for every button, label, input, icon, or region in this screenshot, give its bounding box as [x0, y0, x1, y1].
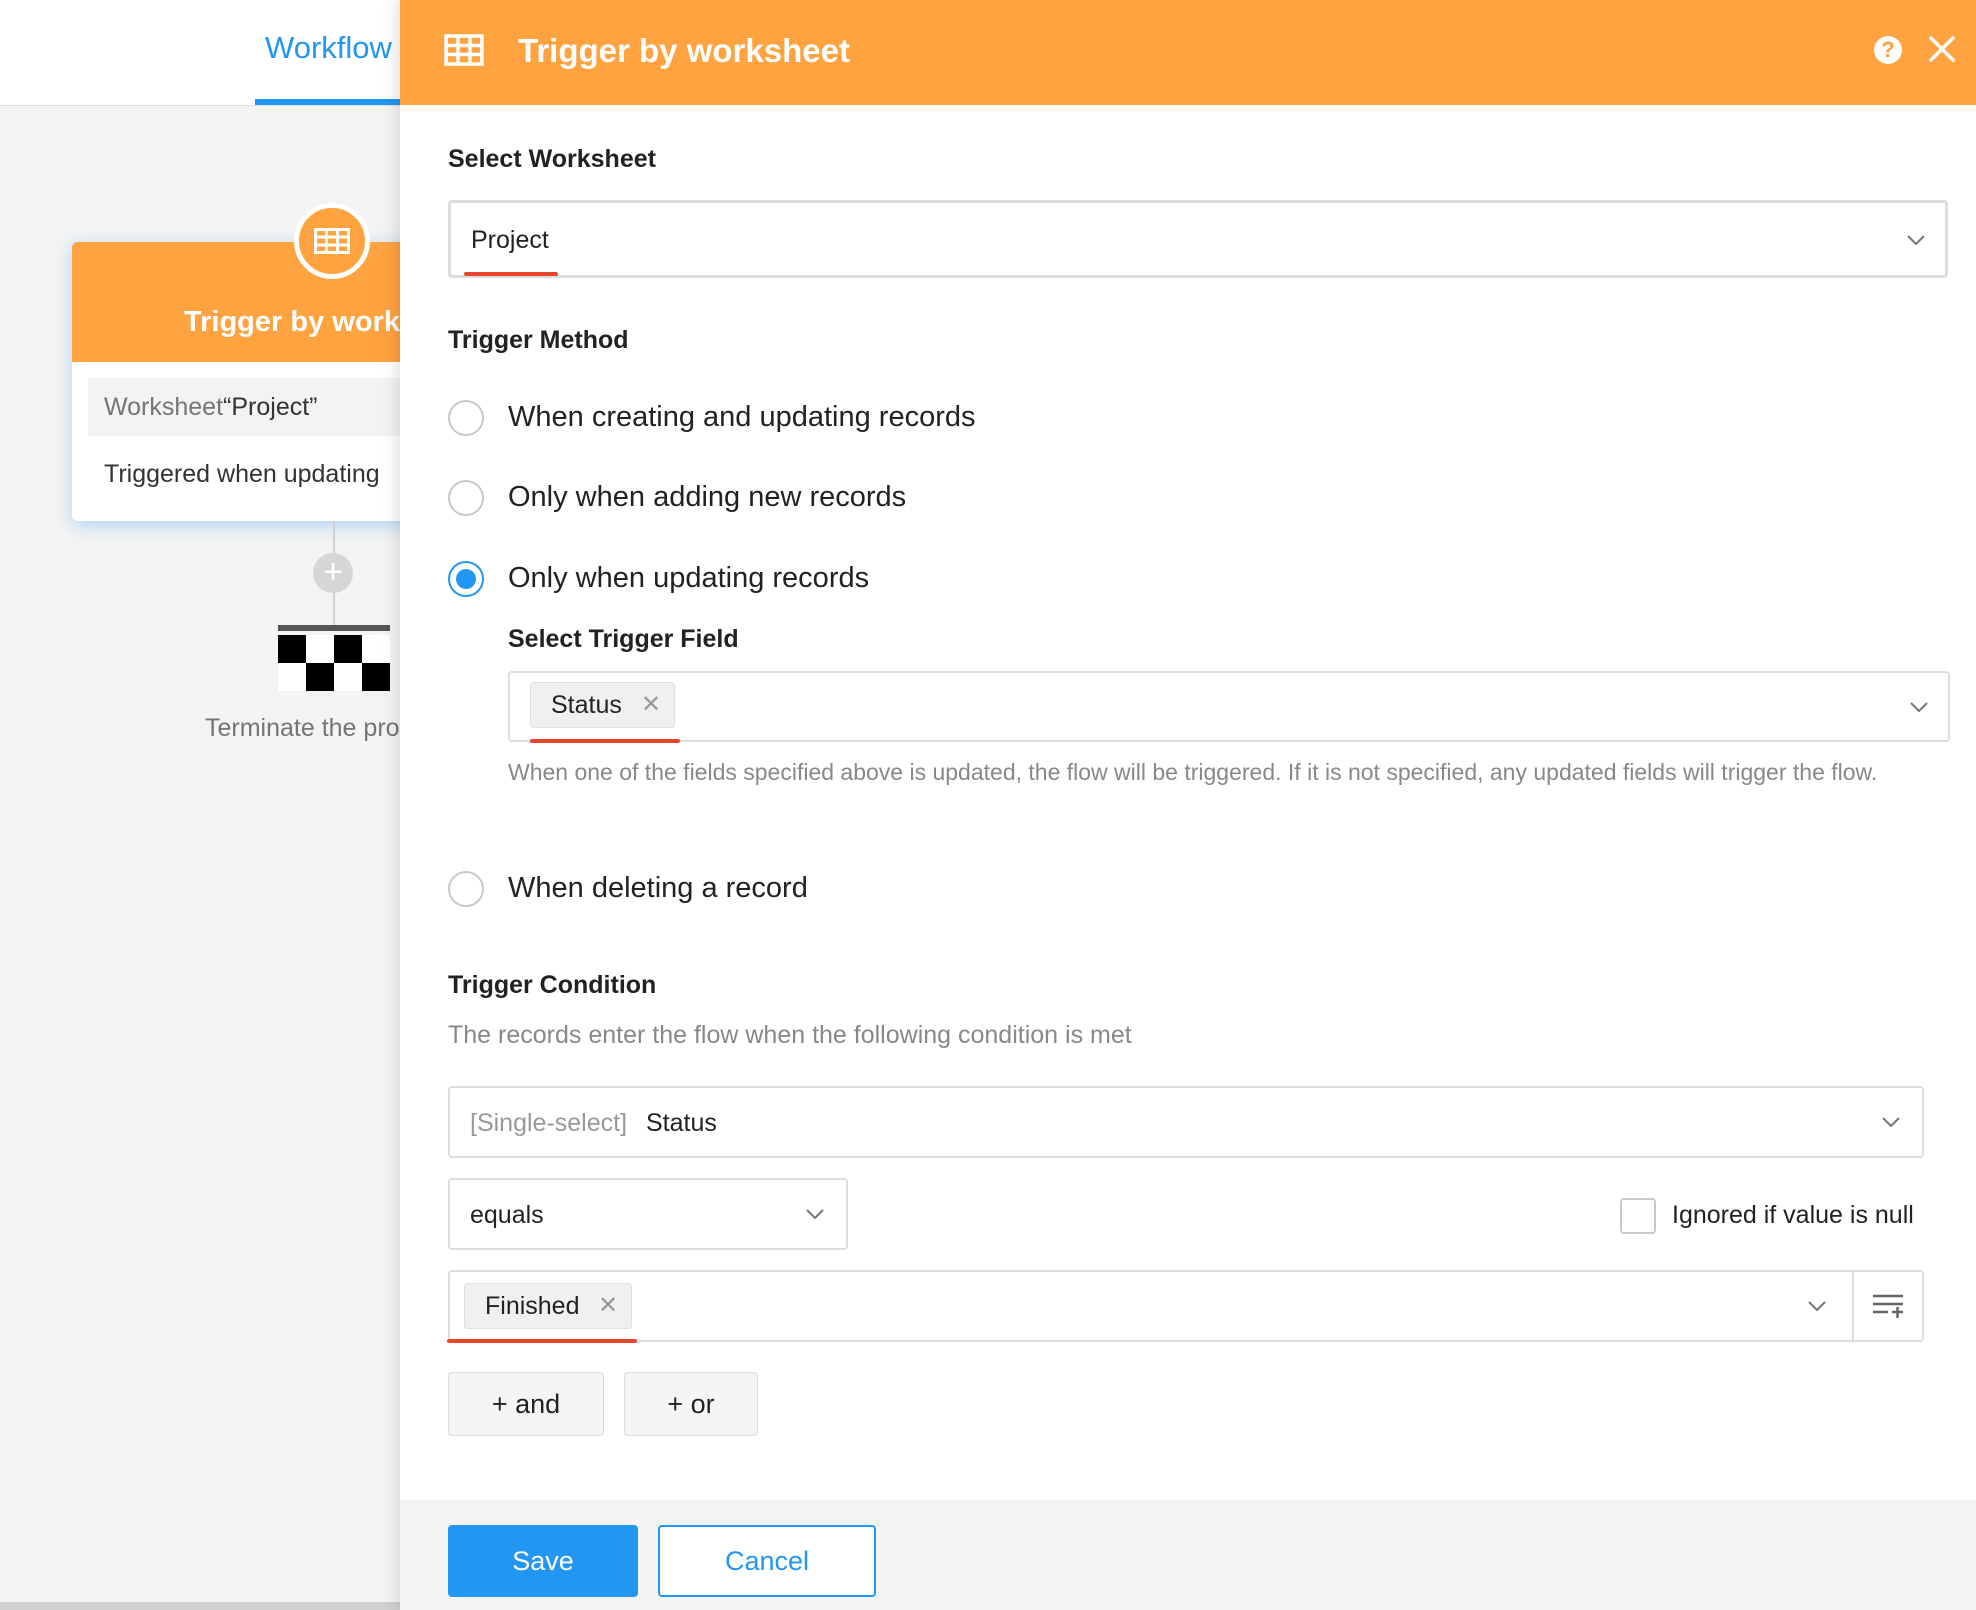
trigger-condition-label: Trigger Condition [448, 971, 657, 999]
checkered-flag-icon [278, 625, 390, 691]
chevron-down-icon [1808, 1301, 1826, 1311]
condition-value-select[interactable] [448, 1270, 1924, 1342]
operator-select[interactable]: equals [448, 1178, 848, 1250]
condition-field-select[interactable]: [Single-select] Status [448, 1086, 1924, 1158]
ignore-null-checkbox[interactable] [1620, 1198, 1656, 1234]
node-worksheet-row: Worksheet“Project” [88, 378, 432, 436]
condition-value-tag[interactable]: Finished ✕ [464, 1283, 632, 1329]
node-worksheet-prefix: Worksheet [104, 393, 224, 421]
node-trigger-text: Triggered when updating [104, 460, 380, 488]
ignore-null-label: Ignored if value is null [1672, 1201, 1914, 1229]
save-button[interactable]: Save [448, 1525, 638, 1597]
add-or-condition-button[interactable]: + or [624, 1372, 758, 1436]
add-node-icon[interactable]: + [313, 553, 353, 593]
radio-add-new[interactable] [448, 480, 484, 516]
canvas-scrollbar[interactable] [0, 1602, 400, 1610]
worksheet-select-value: Project [471, 226, 549, 254]
node-worksheet-name: “Project” [223, 393, 318, 421]
table-icon [444, 34, 484, 66]
chevron-down-icon [806, 1209, 824, 1219]
trigger-condition-hint: The records enter the flow when the foll… [448, 1021, 1132, 1049]
remove-tag-icon[interactable]: ✕ [598, 1284, 618, 1328]
operator-value: equals [470, 1201, 544, 1229]
radio-update-only[interactable] [448, 561, 484, 597]
tab-workflow[interactable]: Workflow [265, 30, 392, 66]
condition-value-tag-label: Finished [485, 1292, 580, 1320]
condition-field-name: Status [646, 1109, 717, 1137]
radio-create-update[interactable] [448, 400, 484, 436]
condition-field-type: [Single-select] [470, 1109, 628, 1137]
close-icon[interactable] [1927, 34, 1957, 64]
panel-header: Trigger by worksheet ? [400, 0, 1976, 105]
chevron-down-icon [1910, 702, 1928, 712]
select-trigger-field-label: Select Trigger Field [508, 625, 739, 653]
chevron-down-icon [1882, 1117, 1900, 1127]
highlight-underline [447, 1339, 637, 1343]
add-and-condition-button[interactable]: + and [448, 1372, 604, 1436]
tab-active-indicator [255, 99, 400, 105]
help-icon[interactable]: ? [1874, 36, 1902, 64]
trigger-field-select[interactable] [508, 671, 1950, 742]
trigger-node-card[interactable]: Trigger by worksheet Worksheet“Project” … [72, 242, 432, 521]
highlight-underline [530, 739, 680, 743]
radio-label-update-only: Only when updating records [508, 562, 870, 594]
value-divider [1852, 1272, 1854, 1340]
trigger-method-label: Trigger Method [448, 326, 629, 354]
remove-tag-icon[interactable]: ✕ [641, 683, 661, 727]
trigger-field-tag-label: Status [551, 691, 622, 719]
highlight-underline [464, 272, 558, 276]
node-table-icon [294, 203, 370, 279]
worksheet-select[interactable]: Project [448, 200, 1948, 278]
node-header: Trigger by worksheet [72, 242, 432, 362]
radio-label-add-new: Only when adding new records [508, 481, 907, 513]
radio-label-create-update: When creating and updating records [508, 401, 976, 433]
select-worksheet-label: Select Worksheet [448, 145, 656, 173]
chevron-down-icon [1907, 235, 1925, 245]
top-nav-bar: Workflow [0, 0, 400, 106]
trigger-field-tag[interactable]: Status ✕ [530, 682, 675, 728]
node-title: Trigger by worksheet [184, 306, 432, 338]
panel-title: Trigger by worksheet [518, 32, 850, 69]
radio-label-delete: When deleting a record [508, 872, 808, 904]
trigger-field-hint: When one of the fields specified above i… [508, 759, 1878, 785]
insert-field-icon[interactable] [1872, 1293, 1904, 1319]
radio-delete[interactable] [448, 871, 484, 907]
cancel-button[interactable]: Cancel [658, 1525, 876, 1597]
trigger-config-panel: Trigger by worksheet ? Select Worksheet … [400, 0, 1976, 1610]
